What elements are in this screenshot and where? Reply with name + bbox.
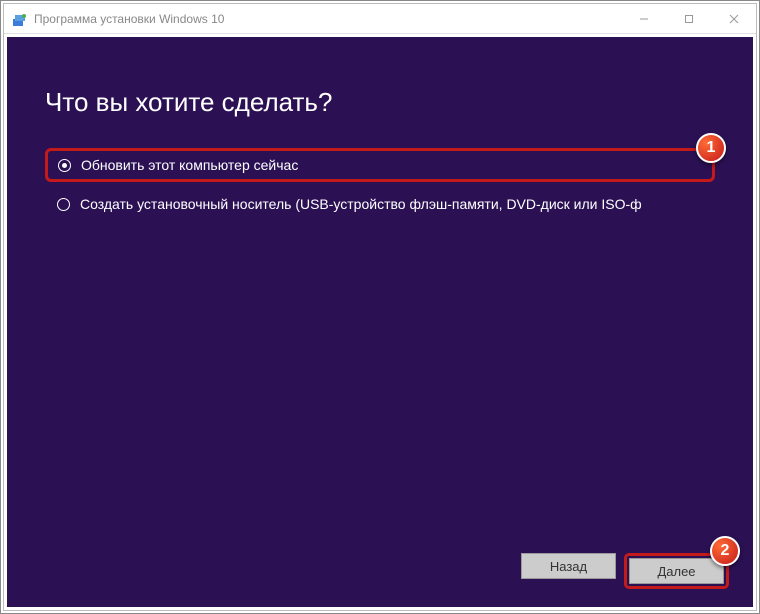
page-heading: Что вы хотите сделать? (45, 87, 715, 118)
minimize-button[interactable] (621, 4, 666, 33)
footer-buttons: Назад Далее 2 (521, 553, 729, 589)
close-button[interactable] (711, 4, 756, 33)
option-label: Обновить этот компьютер сейчас (81, 157, 298, 173)
callout-marker-2: 2 (710, 536, 740, 566)
maximize-button[interactable] (666, 4, 711, 33)
window-title: Программа установки Windows 10 (34, 12, 621, 26)
window-controls (621, 4, 756, 33)
option-create-media[interactable]: Создать установочный носитель (USB-устро… (45, 188, 715, 220)
option-label: Создать установочный носитель (USB-устро… (80, 196, 642, 212)
radio-icon (58, 159, 71, 172)
options-group: Обновить этот компьютер сейчас 1 Создать… (45, 148, 715, 220)
next-button[interactable]: Далее (629, 558, 724, 584)
back-button[interactable]: Назад (521, 553, 616, 579)
option-upgrade-now[interactable]: Обновить этот компьютер сейчас 1 (45, 148, 715, 182)
radio-icon (57, 198, 70, 211)
content-area: Что вы хотите сделать? Обновить этот ком… (7, 37, 753, 607)
callout-marker-1: 1 (696, 133, 726, 163)
app-icon (12, 11, 28, 27)
titlebar: Программа установки Windows 10 (4, 4, 756, 34)
